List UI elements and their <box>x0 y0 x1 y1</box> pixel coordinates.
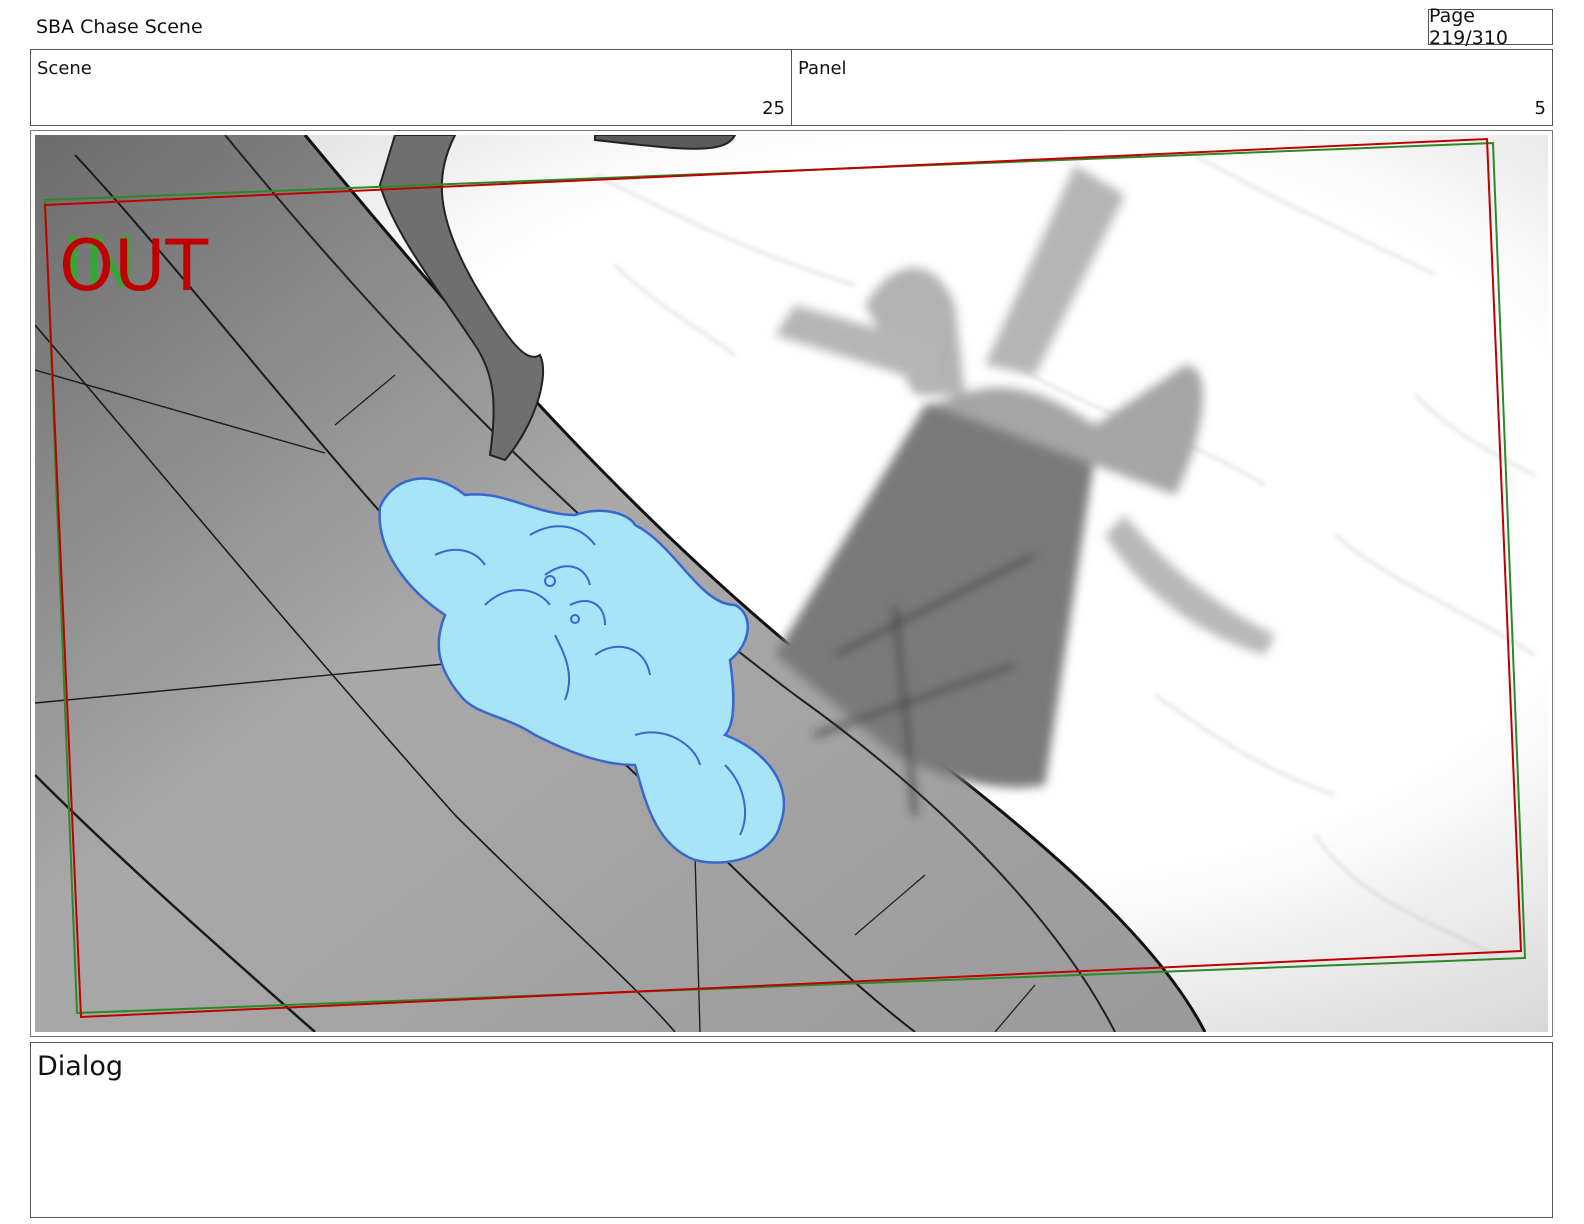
dialog-label: Dialog <box>37 1051 123 1082</box>
document-title: SBA Chase Scene <box>36 16 203 38</box>
panel-cell: Panel 5 <box>791 50 1552 125</box>
scene-label: Scene <box>37 58 92 79</box>
panel-number: 5 <box>1534 98 1546 119</box>
storyboard-panel: IN OUT <box>30 130 1553 1037</box>
panel-drawing: IN OUT <box>35 135 1548 1032</box>
dialog-box: Dialog <box>30 1042 1553 1218</box>
scene-cell: Scene 25 <box>31 50 791 125</box>
out-marker: OUT <box>59 225 208 307</box>
page-number: Page 219/310 <box>1428 5 1553 49</box>
panel-label: Panel <box>798 58 847 79</box>
scene-panel-info: Scene 25 Panel 5 <box>30 49 1553 126</box>
scene-number: 25 <box>762 98 785 119</box>
